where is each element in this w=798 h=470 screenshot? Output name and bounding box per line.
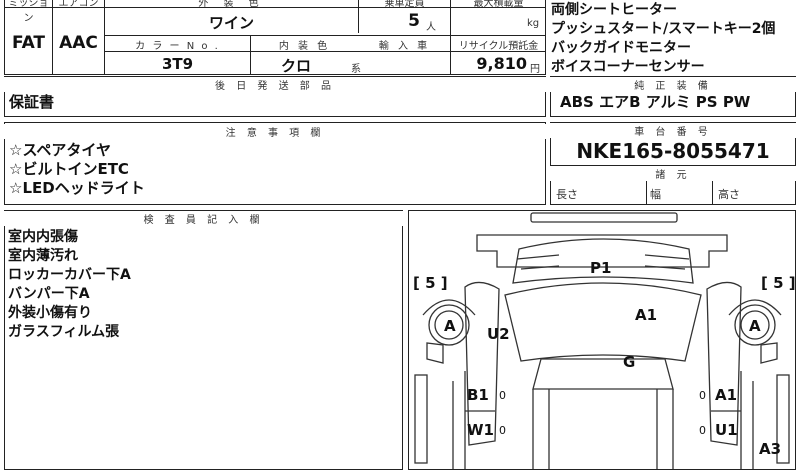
left-mirror-shape bbox=[426, 342, 444, 364]
notes-header: 注 意 事 項 欄 bbox=[4, 124, 546, 139]
aircon-value: AAC bbox=[59, 33, 98, 53]
max-load-label: 最大積載量 bbox=[473, 0, 524, 9]
specs-header: 諸 元 bbox=[550, 166, 796, 181]
height-label: 高さ bbox=[718, 188, 740, 201]
recycle-label: リサイクル預託金 bbox=[458, 41, 539, 52]
equipment-line: バックガイドモニター bbox=[551, 40, 691, 56]
divider bbox=[712, 180, 713, 205]
inspector-line: 外装小傷有り bbox=[8, 305, 92, 321]
exterior-color-value: ワイン bbox=[208, 14, 254, 32]
left-wheel-label: A bbox=[444, 317, 456, 335]
damage-mark-a1: A1 bbox=[635, 306, 657, 324]
max-load-unit: kg bbox=[527, 18, 540, 29]
left-arch-shape bbox=[422, 299, 476, 316]
zero-mark: 0 bbox=[699, 389, 706, 402]
car-diagram: [ 5 ] [ 5 ] A A P1 A1 U2 G B1 A1 W1 U1 A… bbox=[413, 212, 795, 469]
right-wheel-label: A bbox=[749, 317, 761, 335]
aircon-label: エアコン bbox=[58, 0, 99, 9]
windshield-shape bbox=[504, 282, 702, 362]
capacity-unit: 人 bbox=[426, 22, 436, 33]
inspector-line: 室内薄汚れ bbox=[8, 248, 78, 264]
damage-mark-u1: U1 bbox=[715, 421, 738, 439]
right-mirror-shape bbox=[760, 342, 778, 364]
inspector-line: ロッカーカバー下A bbox=[8, 267, 131, 283]
equipment-line: 両側シートヒーター bbox=[551, 2, 677, 18]
chassis-header: 車 台 番 号 bbox=[550, 123, 796, 138]
equipment-list: 両側シートヒーター プッシュスタート/スマートキー2個 バックガイドモニター ボ… bbox=[551, 1, 797, 77]
roof-shape bbox=[532, 358, 674, 390]
damage-mark-b1: B1 bbox=[467, 386, 489, 404]
width-label: 幅 bbox=[650, 188, 661, 201]
inspector-list: 室内内張傷 室内薄汚れ ロッカーカバー下A バンパー下A 外装小傷有り ガラスフ… bbox=[8, 228, 131, 342]
inspector-line: 室内内張傷 bbox=[8, 229, 78, 245]
damage-mark-u2: U2 bbox=[487, 325, 510, 343]
inspector-line: バンパー下A bbox=[8, 286, 90, 302]
exterior-color-label: 外 装 色 bbox=[198, 0, 265, 9]
divider bbox=[646, 180, 647, 205]
recycle-unit: 円 bbox=[530, 64, 540, 75]
interior-color-value: クロ bbox=[280, 57, 311, 75]
note-line: ☆ビルトインETC bbox=[9, 160, 129, 178]
zero-mark: 0 bbox=[499, 424, 506, 437]
later-parts-value: 保証書 bbox=[9, 93, 55, 111]
headlamp-shape bbox=[516, 254, 560, 260]
damage-mark-a1-right: A1 bbox=[715, 386, 737, 404]
capacity-label: 乗車定員 bbox=[384, 0, 425, 9]
notes-list: ☆スペアタイヤ ☆ビルトインETC ☆LEDヘッドライト bbox=[9, 141, 145, 198]
damage-mark-a3: A3 bbox=[759, 440, 781, 458]
mission-label: ミッション bbox=[8, 0, 49, 24]
equipment-line: ボイスコーナーセンサー bbox=[551, 59, 705, 75]
recycle-amount: 9,810 bbox=[476, 54, 527, 73]
color-no-label: カ ラ ー N o . bbox=[135, 41, 220, 52]
headlamp-shape bbox=[644, 254, 690, 260]
zero-mark: 0 bbox=[499, 389, 506, 402]
right-arch-shape bbox=[728, 299, 782, 316]
left-tire-label: [ 5 ] bbox=[413, 274, 448, 292]
top-bumper-shape bbox=[530, 212, 678, 223]
standard-equipment-header: 純 正 装 備 bbox=[550, 77, 796, 92]
equipment-line: プッシュスタート/スマートキー2個 bbox=[551, 21, 776, 37]
inspector-header: 検 査 員 記 入 欄 bbox=[4, 211, 403, 226]
interior-color-label: 内 装 色 bbox=[278, 41, 331, 52]
damage-mark-w1: W1 bbox=[467, 421, 494, 439]
car-diagram-box: [ 5 ] [ 5 ] A A P1 A1 U2 G B1 A1 W1 U1 A… bbox=[408, 210, 796, 470]
later-parts-header: 後 日 発 送 部 品 bbox=[4, 77, 546, 92]
color-no-value: 3T9 bbox=[161, 55, 194, 73]
divider bbox=[104, 35, 546, 36]
import-label: 輸 入 車 bbox=[378, 41, 431, 52]
left-step-shape bbox=[414, 374, 428, 464]
inspector-line: ガラスフィルム張 bbox=[8, 324, 120, 340]
zero-mark: 0 bbox=[699, 424, 706, 437]
note-line: ☆スペアタイヤ bbox=[9, 141, 111, 159]
damage-mark-g: G bbox=[623, 353, 635, 371]
right-tire-label: [ 5 ] bbox=[761, 274, 795, 292]
length-label: 長さ bbox=[556, 188, 578, 201]
chassis-number: NKE165-8055471 bbox=[576, 139, 770, 163]
mission-value: FAT bbox=[11, 33, 46, 53]
standard-equipment-value: ABS エアB アルミ PS PW bbox=[560, 93, 751, 111]
damage-mark-p1: P1 bbox=[590, 259, 611, 277]
note-line: ☆LEDヘッドライト bbox=[9, 179, 145, 197]
capacity-value: 5 bbox=[408, 11, 420, 31]
interior-suffix: 系 bbox=[351, 64, 361, 75]
